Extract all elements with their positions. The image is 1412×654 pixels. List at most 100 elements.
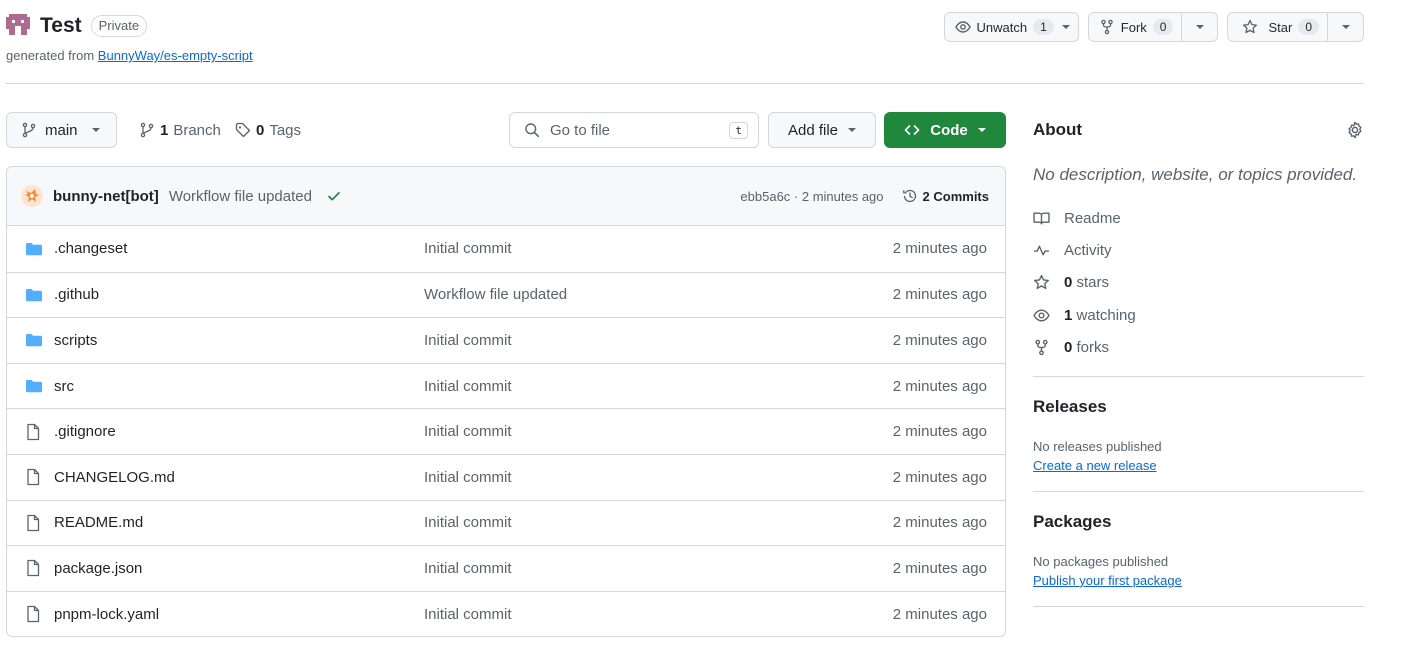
- table-row: package.json Initial commit 2 minutes ago: [7, 545, 1005, 591]
- table-row: scripts Initial commit 2 minutes ago: [7, 317, 1005, 363]
- repo-header: Test Private generated from BunnyWay/es-…: [6, 12, 1364, 84]
- repo-name-link[interactable]: Test: [40, 14, 82, 38]
- forks-text: 0 forks: [1064, 339, 1109, 356]
- file-commit-message[interactable]: Initial commit: [424, 514, 893, 531]
- unwatch-label: Unwatch: [976, 19, 1028, 35]
- file-commit-message[interactable]: Initial commit: [424, 240, 893, 257]
- folder-icon: [25, 331, 43, 349]
- go-to-file-input[interactable]: Go to file t: [509, 112, 759, 148]
- branches-link[interactable]: 1 Branch: [139, 112, 221, 148]
- repo-title: Test Private: [6, 12, 148, 40]
- code-label: Code: [930, 121, 968, 139]
- tag-icon: [235, 122, 251, 138]
- file-commit-message[interactable]: Initial commit: [424, 560, 893, 577]
- releases-title[interactable]: Releases: [1033, 397, 1364, 417]
- table-row: .gitignore Initial commit 2 minutes ago: [7, 408, 1005, 454]
- file-icon: [25, 514, 43, 532]
- file-commit-message[interactable]: Initial commit: [424, 606, 893, 623]
- fork-button-group: Fork 0: [1087, 12, 1219, 42]
- eye-icon: [954, 21, 971, 33]
- file-toolbar: main 1 Branch 0 Tags Go to file t Add fi…: [6, 112, 1006, 148]
- readme-label: Readme: [1064, 209, 1121, 227]
- repo-actions: Unwatch 1 Fork 0 Star 0: [943, 12, 1364, 42]
- folder-icon: [25, 377, 43, 395]
- git-branch-icon: [140, 122, 154, 138]
- watching-link[interactable]: 1 watching: [1033, 299, 1364, 331]
- template-repo-link[interactable]: BunnyWay/es-empty-script: [98, 48, 253, 63]
- branch-selector[interactable]: main: [6, 112, 117, 148]
- check-icon[interactable]: [326, 188, 342, 204]
- forks-link[interactable]: 0 forks: [1033, 332, 1364, 364]
- star-icon: [1034, 275, 1049, 290]
- commits-history-link[interactable]: 2 Commits: [902, 188, 989, 204]
- file-commit-time: 2 minutes ago: [892, 514, 987, 532]
- stars-link[interactable]: 0 stars: [1033, 267, 1364, 299]
- fork-button[interactable]: Fork 0: [1089, 13, 1182, 41]
- star-button[interactable]: Star 0: [1228, 13, 1327, 41]
- stars-count: 0: [1064, 274, 1073, 292]
- fork-counter: 0: [1152, 19, 1174, 35]
- file-name-link[interactable]: .changeset: [54, 240, 424, 257]
- forks-count: 0: [1064, 339, 1073, 357]
- tags-count: 0: [256, 121, 265, 139]
- table-row: .github Workflow file updated 2 minutes ag…: [7, 271, 1005, 318]
- file-commit-message[interactable]: Initial commit: [424, 423, 893, 440]
- file-name-link[interactable]: .github: [54, 286, 424, 303]
- create-release-link[interactable]: Create a new release: [1033, 458, 1364, 473]
- star-button-group: Star 0: [1227, 12, 1364, 42]
- visibility-badge: Private: [90, 15, 148, 37]
- table-row: README.md Initial commit 2 minutes ago: [7, 499, 1005, 546]
- bot-avatar-icon[interactable]: [21, 185, 43, 207]
- file-table: bunny-net[bot] Workflow file updated ebb…: [6, 166, 1006, 638]
- fork-dropdown-button[interactable]: [1181, 13, 1217, 41]
- commit-message-link[interactable]: Workflow file updated: [169, 188, 312, 205]
- star-counter: 0: [1298, 19, 1319, 35]
- eye-icon: [1033, 309, 1050, 322]
- git-branch-icon: [22, 122, 36, 138]
- unwatch-button[interactable]: Unwatch 1: [945, 13, 1078, 41]
- file-name-link[interactable]: scripts: [54, 332, 424, 349]
- file-name-link[interactable]: README.md: [54, 514, 424, 531]
- chevron-down-icon: [1195, 25, 1204, 29]
- commit-sha-time[interactable]: ebb5a6c · 2 minutes ago: [740, 189, 883, 204]
- watch-button-group: Unwatch 1: [943, 12, 1079, 42]
- code-icon: [904, 125, 920, 135]
- watching-text: 1 watching: [1064, 307, 1136, 324]
- about-title: About: [1033, 120, 1083, 139]
- tags-link[interactable]: 0 Tags: [235, 112, 301, 148]
- publish-package-link[interactable]: Publish your first package: [1033, 573, 1364, 588]
- file-name-link[interactable]: .gitignore: [54, 423, 424, 440]
- packages-title[interactable]: Packages: [1033, 512, 1364, 532]
- file-name-link[interactable]: CHANGELOG.md: [54, 469, 424, 486]
- table-row: CHANGELOG.md Initial commit 2 minutes ago: [7, 453, 1005, 500]
- code-button[interactable]: Code: [884, 112, 1006, 148]
- activity-link[interactable]: Activity: [1033, 234, 1364, 266]
- repo-sidebar: About No description, website, or topics…: [1033, 112, 1364, 607]
- chevron-down-icon: [977, 128, 986, 132]
- readme-link[interactable]: Readme: [1033, 202, 1364, 234]
- latest-commit-bar: bunny-net[bot] Workflow file updated ebb…: [7, 167, 1005, 226]
- file-name-link[interactable]: package.json: [54, 560, 424, 577]
- file-commit-message[interactable]: Initial commit: [424, 378, 893, 395]
- commit-author-link[interactable]: bunny-net[bot]: [53, 188, 159, 205]
- stars-label: stars: [1076, 274, 1110, 292]
- search-placeholder: Go to file: [550, 121, 611, 139]
- watching-count: 1: [1064, 306, 1073, 324]
- star-dropdown-button[interactable]: [1327, 13, 1363, 41]
- fork-icon: [1035, 340, 1048, 356]
- file-name-link[interactable]: pnpm-lock.yaml: [54, 606, 424, 623]
- file-commit-message[interactable]: Initial commit: [424, 332, 893, 349]
- commit-meta: ebb5a6c · 2 minutes ago 2 Commits: [740, 188, 989, 204]
- file-name-link[interactable]: src: [54, 378, 424, 395]
- add-file-button[interactable]: Add file: [768, 112, 876, 148]
- file-commit-message[interactable]: Workflow file updated: [424, 286, 893, 303]
- stars-text: 0 stars: [1064, 274, 1109, 291]
- file-icon: [25, 605, 43, 623]
- forks-label: forks: [1076, 339, 1110, 357]
- add-file-label: Add file: [787, 121, 839, 139]
- gear-icon[interactable]: [1346, 121, 1364, 139]
- fork-icon: [1101, 19, 1113, 35]
- table-row: pnpm-lock.yaml Initial commit 2 minutes ag…: [7, 590, 1005, 637]
- commits-count: 2 Commits: [922, 188, 989, 204]
- file-commit-message[interactable]: Initial commit: [424, 469, 893, 486]
